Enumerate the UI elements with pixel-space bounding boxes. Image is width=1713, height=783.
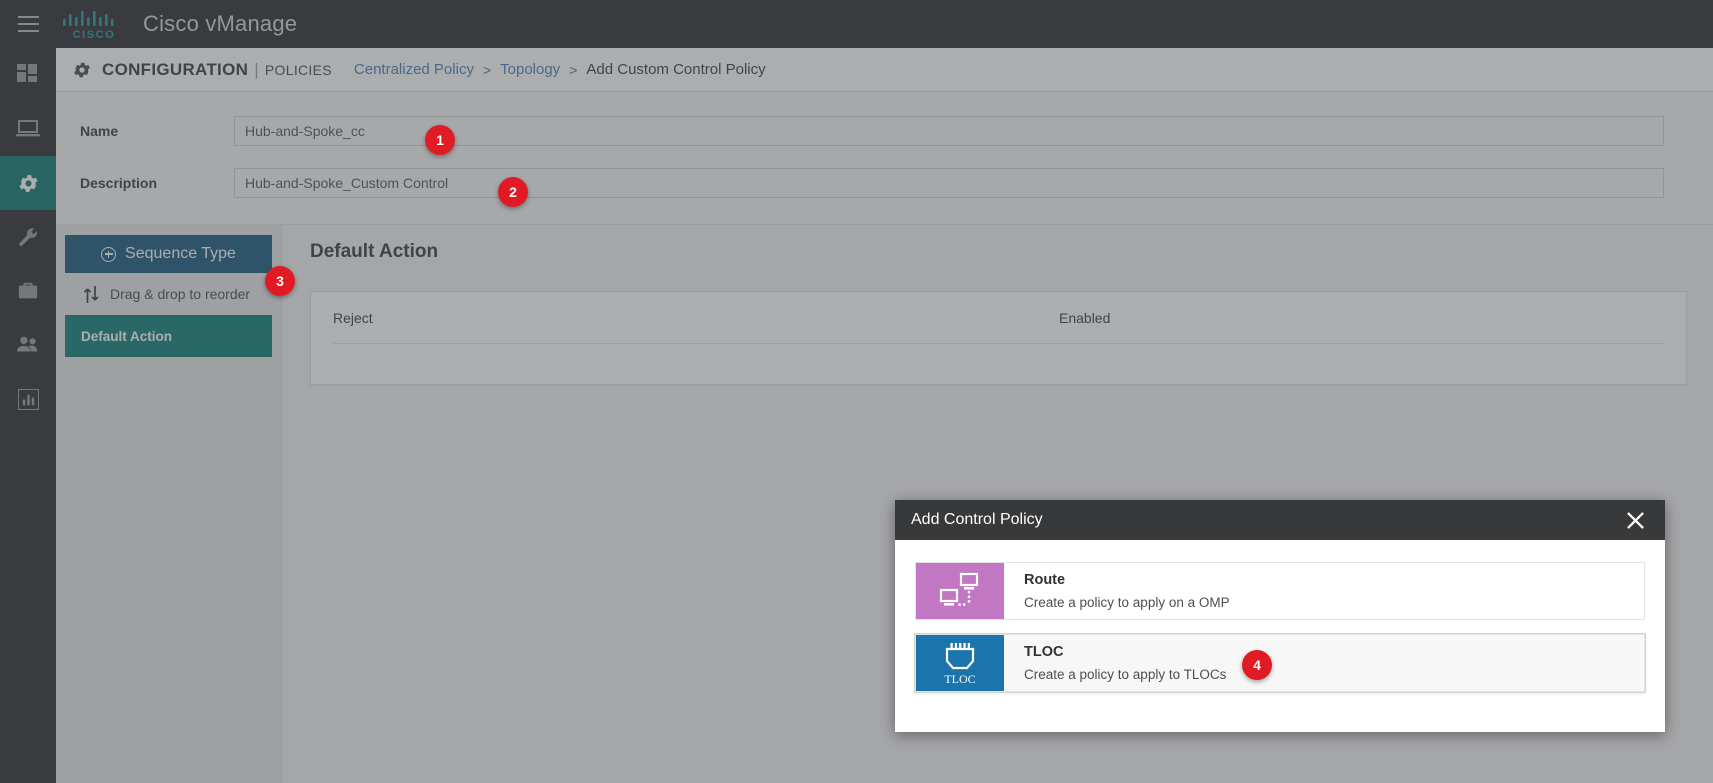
route-network-icon	[916, 563, 1004, 619]
close-x-icon[interactable]	[1621, 506, 1649, 534]
tloc-option-text: TLOC Create a policy to apply to TLOCs	[1004, 635, 1644, 691]
callout-badge-1: 1	[425, 125, 455, 155]
route-option-text: Route Create a policy to apply on a OMP	[1004, 563, 1644, 619]
add-control-policy-dialog: Add Control Policy	[895, 500, 1665, 732]
policy-option-tloc[interactable]: TLOC TLOC Create a policy to apply to TL…	[915, 634, 1645, 692]
route-option-name: Route	[1024, 572, 1644, 588]
callout-badge-4: 4	[1242, 650, 1272, 680]
dialog-header: Add Control Policy	[895, 500, 1665, 540]
tloc-option-description: Create a policy to apply to TLOCs	[1024, 667, 1644, 682]
dialog-body: Route Create a policy to apply on a OMP	[895, 540, 1665, 712]
tloc-option-name: TLOC	[1024, 644, 1644, 660]
dialog-title: Add Control Policy	[911, 511, 1043, 529]
callout-badge-3: 3	[265, 266, 295, 296]
tloc-rj45-icon: TLOC	[916, 635, 1004, 691]
tloc-icon-label: TLOC	[916, 672, 1004, 687]
route-option-description: Create a policy to apply on a OMP	[1024, 595, 1644, 610]
policy-option-route[interactable]: Route Create a policy to apply on a OMP	[915, 562, 1645, 620]
callout-badge-2: 2	[498, 177, 528, 207]
app-root: CISCO Cisco vManage	[0, 0, 1713, 783]
